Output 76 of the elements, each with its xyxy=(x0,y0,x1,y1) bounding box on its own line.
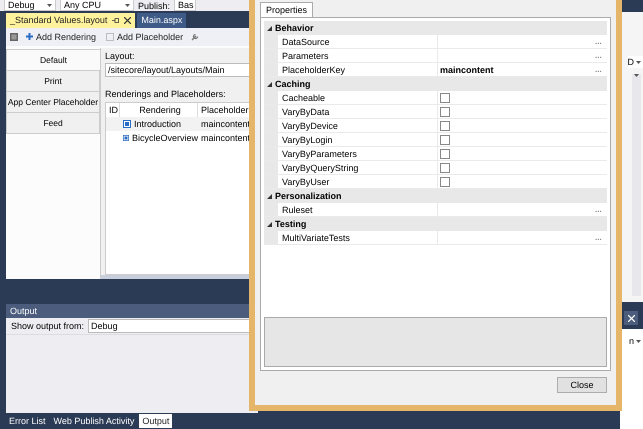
add-rendering-button[interactable]: Add Rendering xyxy=(24,32,98,42)
placeholder-name: maincontent xyxy=(201,132,250,143)
placeholder-name: maincontent xyxy=(201,118,250,129)
panel-tab[interactable]: Error List xyxy=(6,414,49,428)
close-button[interactable]: Close xyxy=(557,377,607,393)
property-name[interactable]: VaryByDevice xyxy=(278,119,438,132)
property-name[interactable]: VaryByQueryString xyxy=(278,161,438,174)
device-tab[interactable]: App Center Placeholder xyxy=(6,90,100,113)
property-name[interactable]: Parameters xyxy=(278,49,438,62)
pin-icon[interactable] xyxy=(112,18,120,23)
dialog-tab[interactable]: Properties xyxy=(260,2,314,17)
property-name[interactable]: VaryByUser xyxy=(278,175,438,188)
dropdown-caret-icon xyxy=(125,4,130,7)
plus-icon xyxy=(26,33,33,40)
property-name[interactable]: PlaceholderKey xyxy=(278,63,438,76)
category-header[interactable]: Testing xyxy=(264,217,607,231)
rendering-name: Introduction xyxy=(134,118,182,129)
renderings-label: Renderings and Placeholders: xyxy=(105,88,227,100)
checkbox[interactable] xyxy=(440,176,450,186)
category-name: Testing xyxy=(275,219,306,229)
collapse-triangle-icon[interactable] xyxy=(267,26,272,30)
browse-button[interactable]: ... xyxy=(595,50,602,60)
property-name[interactable]: Ruleset xyxy=(278,203,438,216)
placeholder-icon xyxy=(106,32,114,41)
close-icon[interactable] xyxy=(124,16,132,24)
document-tab[interactable]: _Standard Values.layout xyxy=(6,12,136,28)
device-tab[interactable]: Default xyxy=(6,48,100,71)
panel-tab[interactable]: Output xyxy=(139,414,172,428)
device-tab[interactable]: Feed xyxy=(6,112,100,134)
designer-icon[interactable] xyxy=(10,32,18,41)
browse-button[interactable]: ... xyxy=(595,64,602,74)
rendering-name: BicycleOverview xyxy=(132,132,198,143)
collapse-triangle-icon[interactable] xyxy=(267,194,272,198)
publish-dropdown[interactable]: Bas xyxy=(174,0,196,12)
dropdown-caret-icon xyxy=(636,60,641,64)
property-name[interactable]: Cacheable xyxy=(278,91,438,104)
side-dropdown[interactable]: D xyxy=(628,56,643,68)
dropdown-caret-icon xyxy=(636,340,641,342)
browse-button[interactable]: ... xyxy=(595,36,602,46)
checkbox[interactable] xyxy=(440,120,450,130)
dropdown-caret-icon xyxy=(634,74,639,77)
document-tab[interactable]: Main.aspx xyxy=(137,12,186,28)
property-name[interactable]: VaryByData xyxy=(278,105,438,118)
checkbox[interactable] xyxy=(440,134,450,144)
checkbox[interactable] xyxy=(440,106,450,116)
checkbox[interactable] xyxy=(440,148,450,158)
panel-tab[interactable]: Web Publish Activity xyxy=(50,414,138,428)
close-button[interactable] xyxy=(624,311,638,325)
category-header[interactable]: Behavior xyxy=(264,21,607,35)
wrench-icon[interactable] xyxy=(191,32,200,41)
panel-title: Output xyxy=(10,306,38,316)
checkbox[interactable] xyxy=(440,92,450,102)
configuration-dropdown[interactable]: Debug xyxy=(4,0,56,12)
property-name[interactable]: VaryByLogin xyxy=(278,133,438,146)
property-name[interactable]: DataSource xyxy=(278,35,438,48)
publish-label: Publish: xyxy=(138,1,170,12)
property-name[interactable]: VaryByParameters xyxy=(278,147,438,160)
add-placeholder-button[interactable]: Add Placeholder xyxy=(104,32,186,42)
property-name[interactable]: MultiVariateTests xyxy=(278,231,438,244)
category-name: Behavior xyxy=(275,23,314,33)
table-row[interactable]: BicycleOverview maincontent xyxy=(106,130,258,145)
show-output-label: Show output from: xyxy=(11,320,84,331)
category-header[interactable]: Personalization xyxy=(264,189,607,203)
category-name: Caching xyxy=(275,79,311,89)
collapse-triangle-icon[interactable] xyxy=(267,82,272,86)
checkbox[interactable] xyxy=(440,162,450,172)
property-value[interactable]: maincontent xyxy=(440,64,494,74)
browse-button[interactable]: ... xyxy=(595,232,602,242)
platform-dropdown[interactable]: Any CPU xyxy=(60,0,134,12)
collapse-triangle-icon[interactable] xyxy=(267,222,272,226)
category-name: Personalization xyxy=(275,191,342,201)
dropdown-caret-icon xyxy=(47,4,52,7)
browse-button[interactable]: ... xyxy=(595,204,602,214)
layout-label: Layout: xyxy=(105,50,136,62)
category-header[interactable]: Caching xyxy=(264,77,607,91)
device-tab[interactable]: Print xyxy=(6,70,100,92)
